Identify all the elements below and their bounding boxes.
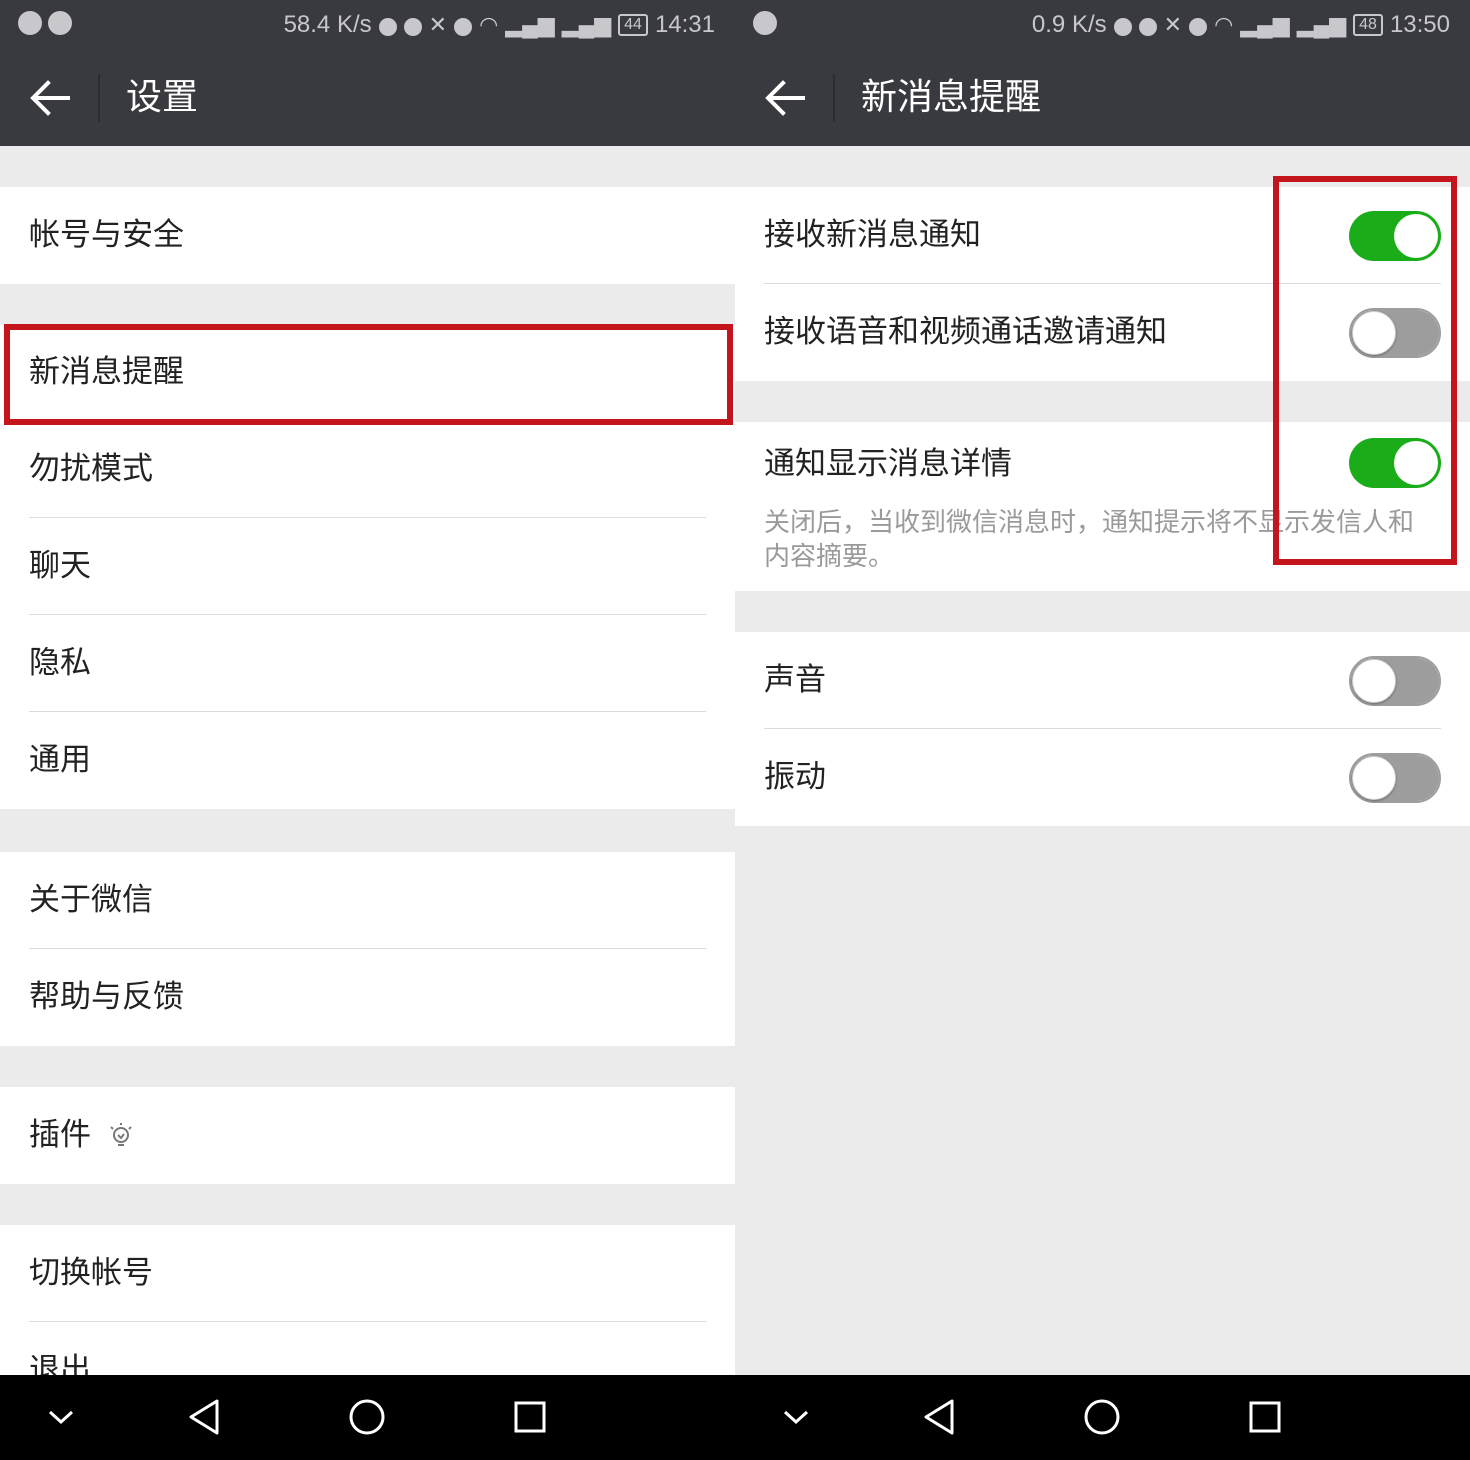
- navigation-bar: [0, 1375, 735, 1460]
- title-divider: [833, 74, 835, 122]
- account-switch-group: 切换帐号 退出: [0, 1225, 735, 1375]
- back-arrow-icon[interactable]: [763, 78, 807, 118]
- headset-icon: [1113, 17, 1132, 36]
- status-bar: 58.4 K/s ✕ ◠ ▂▄▆ ▂▄▆ 44 14:31: [0, 0, 735, 50]
- setting-sound: 声音: [735, 632, 1470, 729]
- page-title: 设置: [126, 77, 199, 118]
- plugins-group: 插件: [0, 1087, 735, 1184]
- notification-group: 接收新消息通知 接收语音和视频通话邀请通知: [735, 187, 1470, 381]
- settings-item-account-security[interactable]: 帐号与安全: [0, 187, 735, 284]
- network-speed: 0.9 K/s: [1031, 11, 1107, 38]
- alarm-icon: [454, 17, 473, 36]
- wifi-icon: ◠: [479, 12, 499, 37]
- app-notification-icon: [18, 11, 42, 35]
- home-nav-icon[interactable]: [348, 1396, 386, 1438]
- hide-keyboard-icon[interactable]: [44, 1396, 78, 1438]
- toggle-show-message-detail[interactable]: [1349, 438, 1441, 488]
- sound-group: 声音 振动: [735, 632, 1470, 826]
- toggle-vibrate[interactable]: [1349, 753, 1441, 803]
- title-bar: 新消息提醒: [735, 50, 1470, 146]
- about-group: 关于微信 帮助与反馈: [0, 852, 735, 1046]
- settings-item-switch-account[interactable]: 切换帐号: [0, 1225, 735, 1322]
- lightbulb-icon: [110, 1123, 132, 1146]
- clock: 13:50: [1389, 11, 1450, 38]
- hide-keyboard-icon[interactable]: [779, 1396, 813, 1438]
- mute-icon: ✕: [1163, 12, 1183, 37]
- headset-icon: [378, 17, 397, 36]
- signal-1-icon: ▂▄▆: [1240, 12, 1290, 37]
- back-arrow-icon[interactable]: [28, 78, 72, 118]
- settings-screen: 58.4 K/s ✕ ◠ ▂▄▆ ▂▄▆ 44 14:31 设置 帐号与安全 新…: [0, 0, 735, 1460]
- account-group: 帐号与安全: [0, 187, 735, 284]
- clock: 14:31: [654, 11, 715, 38]
- hd-call-icon: [1138, 17, 1157, 36]
- title-bar: 设置: [0, 50, 735, 146]
- settings-item-new-message-alerts[interactable]: 新消息提醒: [0, 324, 735, 421]
- toggle-receive-call-invite[interactable]: [1349, 308, 1441, 358]
- detail-group: 通知显示消息详情 关闭后，当收到微信消息时，通知提示将不显示发信人和内容摘要。: [735, 422, 1470, 591]
- signal-1-icon: ▂▄▆: [505, 12, 555, 37]
- setting-receive-call-invite: 接收语音和视频通话邀请通知: [735, 284, 1470, 381]
- setting-show-message-detail: 通知显示消息详情: [735, 422, 1470, 506]
- status-bar: 0.9 K/s ✕ ◠ ▂▄▆ ▂▄▆ 48 13:50: [735, 0, 1470, 50]
- title-divider: [98, 74, 100, 122]
- back-nav-icon[interactable]: [186, 1396, 222, 1438]
- toggle-knob: [1394, 214, 1438, 258]
- hd-call-icon: [403, 17, 422, 36]
- setting-vibrate: 振动: [735, 729, 1470, 826]
- new-message-alerts-screen: 0.9 K/s ✕ ◠ ▂▄▆ ▂▄▆ 48 13:50 新消息提醒 接收新消息…: [735, 0, 1470, 1460]
- navigation-bar: [735, 1375, 1470, 1460]
- recents-nav-icon[interactable]: [512, 1396, 548, 1438]
- settings-item-general[interactable]: 通用: [0, 712, 735, 809]
- network-speed: 58.4 K/s: [283, 11, 372, 38]
- back-nav-icon[interactable]: [921, 1396, 957, 1438]
- settings-item-do-not-disturb[interactable]: 勿扰模式: [0, 421, 735, 518]
- toggle-sound[interactable]: [1349, 656, 1441, 706]
- app-notification-icon: [753, 11, 777, 35]
- wifi-icon: ◠: [1214, 12, 1234, 37]
- toggle-knob: [1352, 659, 1396, 703]
- alarm-icon: [1189, 17, 1208, 36]
- settings-item-chat[interactable]: 聊天: [0, 518, 735, 615]
- battery-icon: 44: [618, 14, 648, 36]
- toggle-knob: [1352, 756, 1396, 800]
- settings-item-logout[interactable]: 退出: [0, 1322, 735, 1375]
- toggle-knob: [1352, 311, 1396, 355]
- general-group: 新消息提醒 勿扰模式 聊天 隐私 通用: [0, 324, 735, 809]
- signal-2-icon: ▂▄▆: [1296, 12, 1347, 37]
- toggle-receive-new-message[interactable]: [1349, 211, 1441, 261]
- wechat-notification-icon: [48, 11, 72, 35]
- settings-item-plugins[interactable]: 插件: [0, 1087, 735, 1184]
- mute-icon: ✕: [428, 12, 448, 37]
- page-title: 新消息提醒: [861, 77, 1042, 118]
- home-nav-icon[interactable]: [1083, 1396, 1121, 1438]
- detail-description: 关闭后，当收到微信消息时，通知提示将不显示发信人和内容摘要。: [764, 508, 1415, 572]
- signal-2-icon: ▂▄▆: [561, 12, 612, 37]
- recents-nav-icon[interactable]: [1247, 1396, 1283, 1438]
- settings-item-about-wechat[interactable]: 关于微信: [0, 852, 735, 949]
- battery-icon: 48: [1353, 14, 1383, 36]
- settings-item-privacy[interactable]: 隐私: [0, 615, 735, 712]
- settings-item-help-feedback[interactable]: 帮助与反馈: [0, 949, 735, 1046]
- toggle-knob: [1394, 441, 1438, 485]
- setting-receive-new-message: 接收新消息通知: [735, 187, 1470, 284]
